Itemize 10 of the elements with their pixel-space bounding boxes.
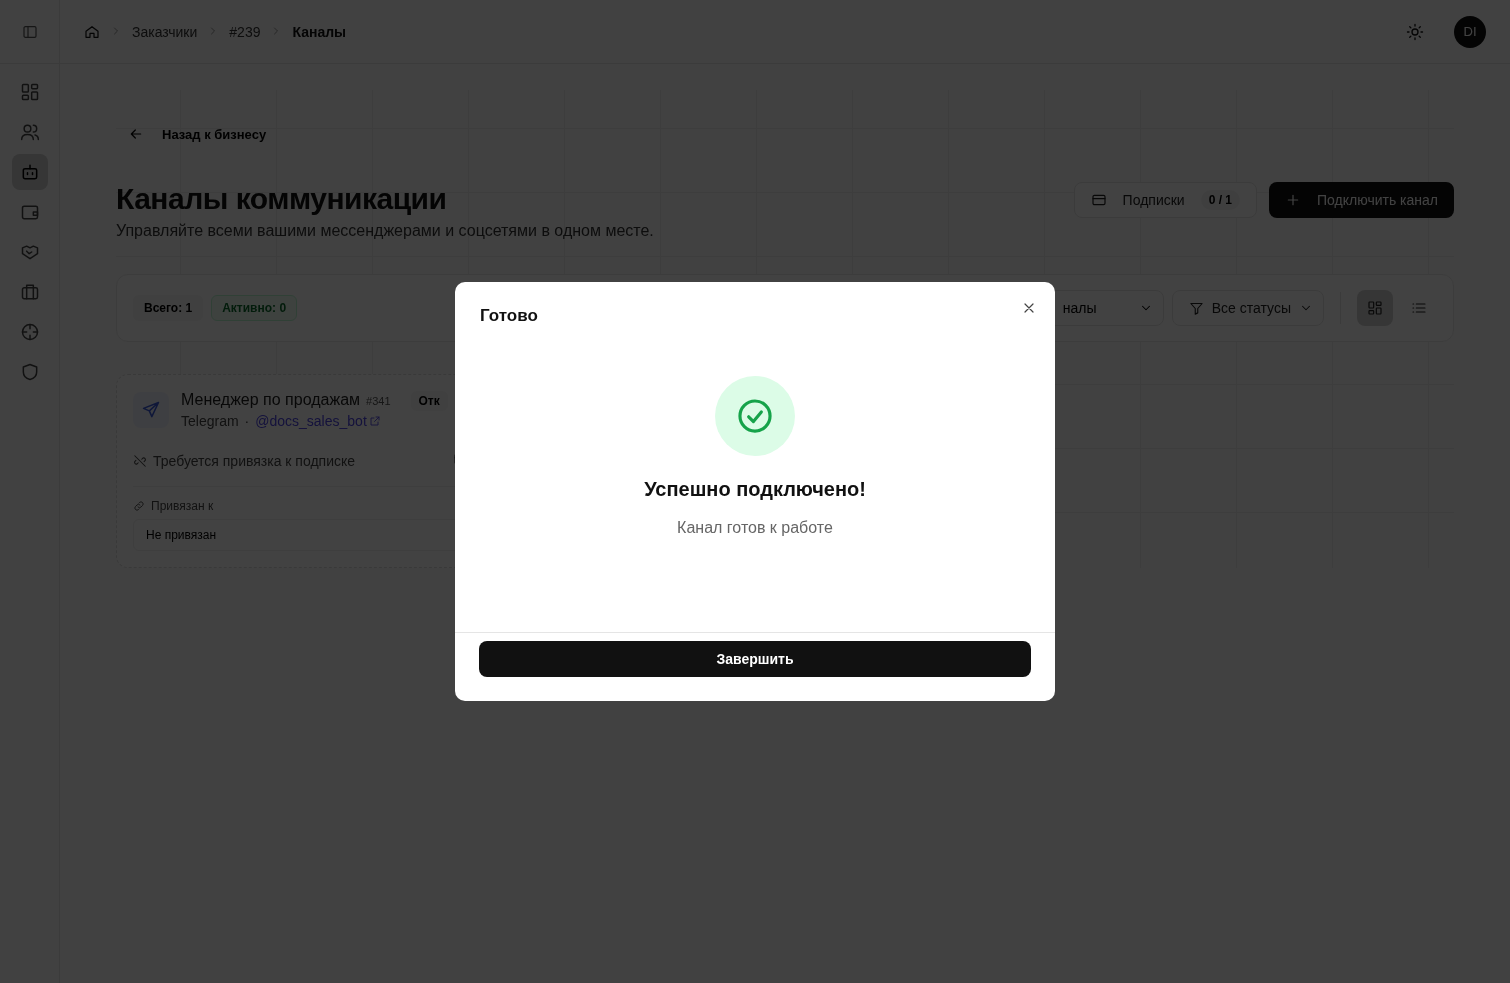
finish-button[interactable]: Завершить	[479, 641, 1031, 677]
channel-name: Менеджер по продажам	[181, 391, 361, 409]
breadcrumb-link[interactable]: Каналы	[292, 23, 347, 40]
page-title: Каналы коммуникации	[116, 182, 448, 216]
success-message: Канал готов к работе	[677, 519, 833, 537]
success-heading: Успешно подключено!	[644, 478, 866, 501]
back-link[interactable]: Назад к бизнесу	[162, 126, 267, 142]
separator-dot: ·	[244, 413, 250, 429]
dialog-title: Готово	[480, 306, 538, 326]
check-circle-icon	[736, 397, 774, 435]
